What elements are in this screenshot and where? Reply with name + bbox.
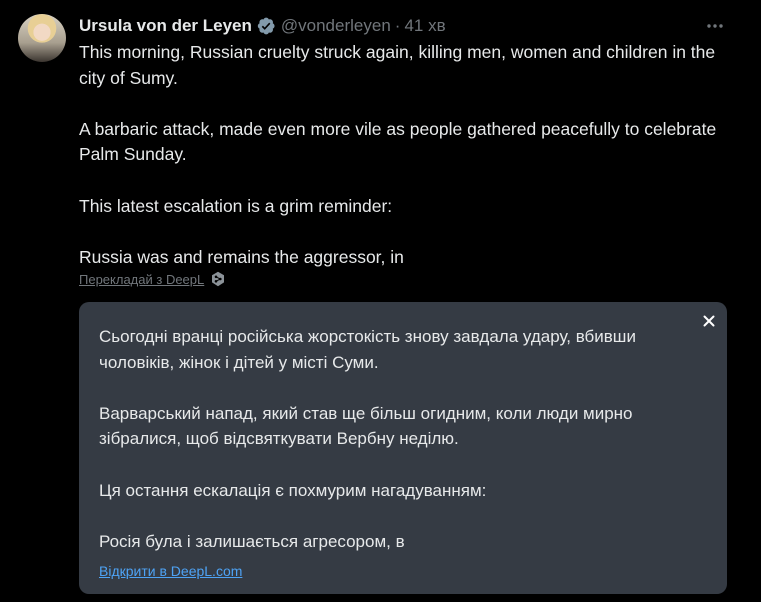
tweet: Ursula von der Leyen @vonderleyen · 41 х… (0, 0, 761, 602)
verified-badge-icon (257, 17, 275, 35)
tweet-paragraph: Russia was and remains the aggressor, in (79, 246, 404, 267)
separator-dot: · (394, 16, 401, 35)
translation-paragraph: Варварський напад, який став ще більш ог… (99, 403, 633, 449)
timestamp[interactable]: 41 хв (404, 16, 445, 36)
translation-text: Сьогодні вранці російська жорстокість зн… (99, 324, 699, 554)
open-in-deepl-link[interactable]: Відкрити в DeepL.com (99, 563, 242, 579)
translate-with-deepl[interactable]: Перекладай з DeepL (79, 269, 226, 289)
translation-popup: Сьогодні вранці російська жорстокість зн… (79, 302, 727, 594)
translation-paragraph: Ця остання ескалація є похмурим нагадува… (99, 480, 487, 500)
author-handle[interactable]: @vonderleyen (281, 16, 391, 36)
avatar[interactable] (18, 14, 66, 62)
tweet-paragraph: A barbaric attack, made even more vile a… (79, 118, 717, 165)
deepl-icon (212, 271, 225, 287)
tweet-paragraph: This latest escalation is a grim reminde… (79, 195, 393, 216)
more-options-button[interactable] (703, 14, 727, 38)
close-icon (703, 315, 715, 327)
tweet-paragraph: This morning, Russian cruelty struck aga… (79, 42, 716, 88)
translation-paragraph: Сьогодні вранці російська жорстокість зн… (99, 327, 636, 372)
more-dots-icon (707, 24, 723, 28)
tweet-header: Ursula von der Leyen @vonderleyen · 41 х… (79, 14, 446, 38)
tweet-text: This morning, Russian cruelty struck aga… (79, 40, 719, 270)
close-button[interactable] (699, 311, 719, 331)
translation-paragraph: Росія була і залишається агресором, в (99, 531, 405, 551)
translate-link-label[interactable]: Перекладай з DeepL (79, 272, 204, 287)
author-name[interactable]: Ursula von der Leyen (79, 16, 252, 36)
